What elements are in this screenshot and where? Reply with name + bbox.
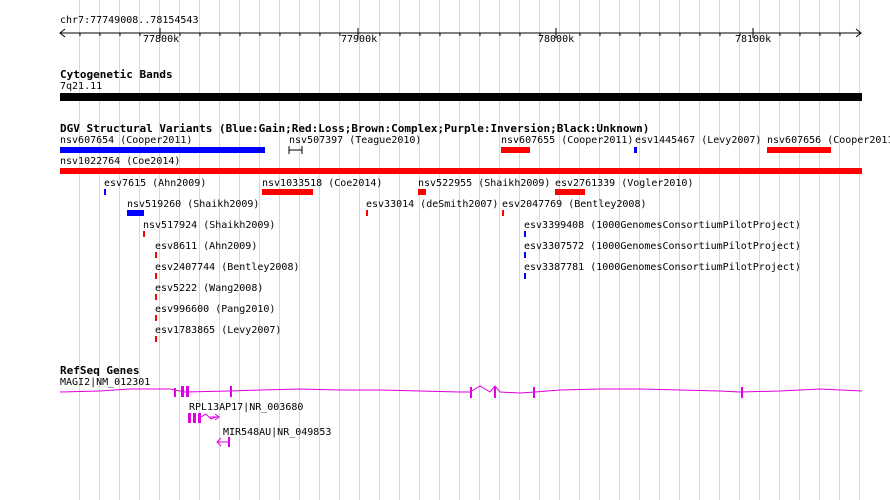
variant-label: nsv1022764 (Coe2014) — [60, 156, 181, 167]
variant-feature[interactable] — [288, 145, 304, 155]
track-title: Cytogenetic Bands — [60, 68, 173, 81]
variant-feature[interactable] — [155, 252, 157, 258]
variant-feature[interactable] — [155, 315, 157, 321]
variant-label: esv3307572 (1000GenomesConsortiumPilotPr… — [524, 241, 801, 252]
variant-feature[interactable] — [524, 252, 526, 258]
variant-label: esv1445467 (Levy2007) — [635, 135, 762, 146]
variant-feature[interactable] — [60, 168, 862, 174]
variant-label: nsv607654 (Cooper2011) — [60, 135, 193, 146]
variant-feature[interactable] — [501, 147, 530, 153]
variant-label: esv2047769 (Bentley2008) — [502, 199, 647, 210]
variant-label: nsv607655 (Cooper2011) — [501, 135, 634, 146]
track-title: DGV Structural Variants (Blue:Gain;Red:L… — [60, 122, 650, 135]
variant-feature[interactable] — [155, 336, 157, 342]
variant-label: esv996600 (Pang2010) — [155, 304, 276, 315]
variant-feature[interactable] — [127, 210, 144, 216]
variant-label: nsv522955 (Shaikh2009) — [418, 178, 551, 189]
variant-feature[interactable] — [634, 147, 637, 153]
track-title: RefSeq Genes — [60, 364, 140, 377]
variant-label: nsv607656 (Cooper2011) — [767, 135, 890, 146]
variant-label: esv8611 (Ahn2009) — [155, 241, 258, 252]
variant-feature[interactable] — [262, 189, 313, 195]
band-label: 7q21.11 — [60, 81, 103, 92]
variant-feature[interactable] — [366, 210, 368, 216]
variant-feature[interactable] — [155, 294, 157, 300]
ruler-tick-label: 78000k — [538, 34, 575, 45]
variant-feature[interactable] — [104, 189, 106, 195]
variant-feature[interactable] — [143, 231, 145, 237]
variant-label: esv2407744 (Bentley2008) — [155, 262, 300, 273]
variant-label: nsv519260 (Shaikh2009) — [127, 199, 260, 210]
variant-feature[interactable] — [502, 210, 504, 216]
variant-feature[interactable] — [767, 147, 831, 153]
cytoband-bar[interactable] — [60, 93, 862, 101]
gene-model-mir548au[interactable] — [214, 436, 234, 450]
variant-label: esv3387781 (1000GenomesConsortiumPilotPr… — [524, 262, 801, 273]
gene-label: MIR548AU|NR_049853 — [223, 427, 332, 438]
ruler-tick-label: 77900k — [341, 34, 378, 45]
variant-label: nsv517924 (Shaikh2009) — [143, 220, 276, 231]
variant-feature[interactable] — [524, 231, 526, 237]
variant-feature[interactable] — [555, 189, 585, 195]
ruler-tick-label: 77800k — [143, 34, 180, 45]
variant-feature[interactable] — [418, 189, 426, 195]
variant-label: esv1783865 (Levy2007) — [155, 325, 282, 336]
variant-feature[interactable] — [524, 273, 526, 279]
variant-label: nsv507397 (Teague2010) — [289, 135, 422, 146]
variant-label: esv5222 (Wang2008) — [155, 283, 264, 294]
ruler-tick-label: 78100k — [735, 34, 772, 45]
variant-feature[interactable] — [155, 273, 157, 279]
variant-label: esv33014 (deSmith2007) — [366, 199, 499, 210]
variant-label: esv3399408 (1000GenomesConsortiumPilotPr… — [524, 220, 801, 231]
gene-model-magi2[interactable] — [0, 380, 890, 410]
variant-feature[interactable] — [60, 147, 265, 153]
gene-model-rpl13ap17[interactable] — [186, 412, 226, 426]
variant-label: esv7615 (Ahn2009) — [104, 178, 207, 189]
